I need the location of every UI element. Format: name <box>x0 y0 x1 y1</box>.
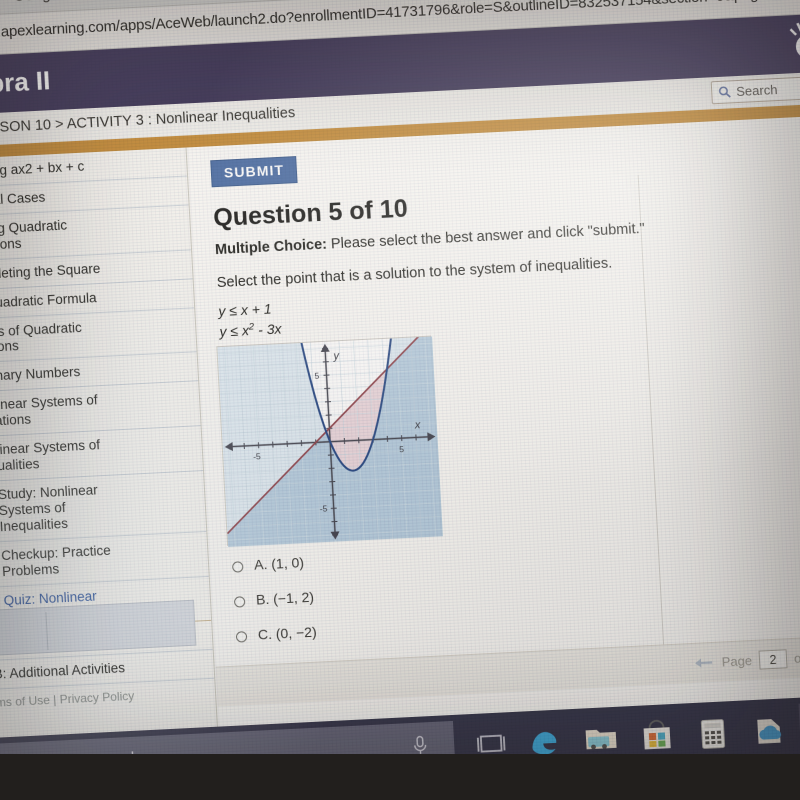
course-sidebar: ctoring ax2 + bx + c pecial Cases olving Q… <box>0 147 218 739</box>
pagination-controls: Page 2 of 2 GO <box>692 646 800 673</box>
screen-content: ning - Google Chrome -prd.apexlearning.c… <box>0 0 800 800</box>
page-total-label: of 2 <box>793 650 800 666</box>
apex-sunburst-logo-icon <box>789 22 800 59</box>
svg-text:x: x <box>414 419 422 431</box>
instruction-rest-label: Please select the best answer and click … <box>326 220 646 253</box>
widget-divider <box>45 612 49 651</box>
answer-choice-list: A. (1, 0) B. (−1, 2) C. (0, −2) <box>231 539 617 663</box>
instruction-bold-label: Multiple Choice: <box>214 236 328 259</box>
page-number-input[interactable]: 2 <box>758 649 788 670</box>
page-body: ctoring ax2 + bx + c pecial Cases olving Q… <box>0 114 800 739</box>
microphone-icon[interactable] <box>412 735 429 756</box>
sidebar-item-label: Study: Nonlinear Systems of Inequalities <box>0 482 99 535</box>
page-title: Question 5 of 10 <box>212 194 409 233</box>
course-title: ebra II <box>0 65 52 99</box>
inequality-graph: -5 5 5 -5 x y <box>216 335 443 547</box>
monitor-bezel-bottom <box>0 754 800 800</box>
onedrive-file-icon[interactable] <box>747 710 791 750</box>
radio-button-icon[interactable] <box>235 631 248 643</box>
radio-button-icon[interactable] <box>231 561 244 573</box>
submit-button[interactable]: SUBMIT <box>210 156 298 188</box>
file-explorer-icon[interactable] <box>579 719 623 759</box>
radio-button-icon[interactable] <box>233 596 246 608</box>
answer-choice-label: C. (0, −2) <box>257 623 318 643</box>
svg-text:-5: -5 <box>253 451 261 461</box>
sidebar-item-label: aphs of Quadratic nctions <box>0 319 83 356</box>
svg-text:5: 5 <box>399 444 405 454</box>
sidebar-item-label: Checkup: Practice Problems <box>0 542 112 579</box>
sidebar-item-label: e Quadratic Formula <box>0 289 97 311</box>
inequality-one: y ≤ x + 1 <box>217 300 272 320</box>
search-input[interactable]: Search <box>710 75 800 105</box>
graph-canvas: -555-5xy <box>217 336 443 547</box>
sidebar-footer-links[interactable]: erms of Use | Privacy Policy <box>0 689 135 710</box>
prev-arrow-icon[interactable] <box>692 657 715 669</box>
page-label: Page <box>721 653 753 670</box>
browser-window-title: ning - Google Chrome <box>0 0 121 7</box>
panel-divider <box>637 175 665 645</box>
search-icon <box>718 86 731 98</box>
photographed-screen: ning - Google Chrome -prd.apexlearning.c… <box>0 0 800 800</box>
calculator-icon[interactable] <box>691 713 735 753</box>
search-placeholder-label: Search <box>735 82 778 100</box>
sidebar-item-label: onlinear Systems of equalities <box>0 437 101 475</box>
svg-text:5: 5 <box>314 370 320 380</box>
question-prompt: Select the point that is a solution to t… <box>216 255 613 292</box>
inequality-two-post: - 3x <box>253 320 282 338</box>
sidebar-item-label: aginary Numbers <box>0 364 81 385</box>
answer-choice-label: A. (1, 0) <box>253 554 305 573</box>
inequality-two: y ≤ x2 - 3x <box>219 320 282 340</box>
microsoft-store-icon[interactable] <box>635 716 679 756</box>
sidebar-item-label: ctoring ax2 + bx + c <box>0 158 85 180</box>
question-panel: SUBMIT Question 5 of 10 Multiple Choice:… <box>187 114 800 727</box>
svg-text:-5: -5 <box>319 504 327 514</box>
sidebar-item-label: olving Quadratic quations <box>0 217 68 254</box>
sidebar-item-label: B: Additional Activities <box>0 660 126 683</box>
inequality-two-pre: y ≤ x <box>219 322 250 340</box>
sidebar-item-label: pecial Cases <box>0 189 46 209</box>
sidebar-item-label: ompleting the Square <box>0 260 101 282</box>
answer-choice-label: B. (−1, 2) <box>255 588 315 608</box>
sidebar-item-label: onlinear Systems of quations <box>0 392 98 430</box>
